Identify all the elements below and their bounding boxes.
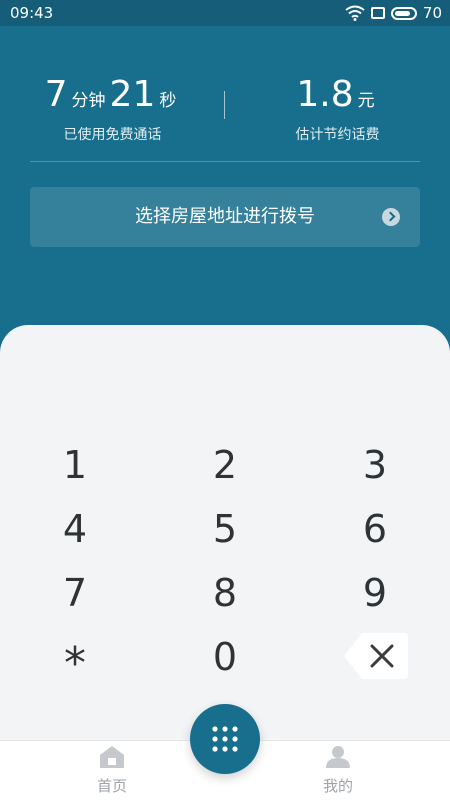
dialpad-grid-icon [212,726,238,752]
nav-mine-label: 我的 [322,777,353,795]
select-address-label: 选择房屋地址进行拨号 [135,206,315,227]
battery-icon [390,6,417,20]
key-0[interactable]: 0 [165,629,285,685]
status-bar: 09:43 70 [0,0,450,26]
minutes-value: 7 [44,74,68,115]
minutes-unit: 分钟 [71,91,106,111]
free-call-stat: 7 分钟 21 秒 已使用免费通话 [0,74,225,144]
nav-home-label: 首页 [96,777,127,795]
person-icon [326,746,350,768]
key-8[interactable]: 8 [165,565,285,621]
header-divider [30,161,420,162]
key-4[interactable]: 4 [15,501,135,557]
battery-level: 70 [422,4,442,22]
key-6[interactable]: 6 [315,501,435,557]
call-stats-header: 7 分钟 21 秒 已使用免费通话 1.8 元 估计节约话费 选择房屋地址进行拨号 [0,26,450,356]
savings-stat: 1.8 元 估计节约话费 [225,74,450,144]
nav-home[interactable]: 首页 [72,745,152,796]
nav-mine[interactable]: 我的 [298,745,378,796]
status-time: 09:43 [10,4,54,22]
stats-row: 7 分钟 21 秒 已使用免费通话 1.8 元 估计节约话费 [0,74,450,154]
backspace-icon [344,633,408,679]
key-2[interactable]: 2 [165,437,285,493]
key-1[interactable]: 1 [15,437,135,493]
screen-icon [370,7,385,19]
seconds-unit: 秒 [159,91,177,111]
seconds-value: 21 [109,74,156,115]
chevron-right-circle-icon [382,208,400,226]
savings-unit: 元 [357,91,375,111]
dialpad-toggle-button[interactable] [190,704,260,774]
select-address-button[interactable]: 选择房屋地址进行拨号 [30,187,420,247]
key-7[interactable]: 7 [15,565,135,621]
savings-amount: 1.8 元 [225,74,450,118]
free-call-caption: 已使用免费通话 [63,127,162,143]
key-5[interactable]: 5 [165,501,285,557]
free-call-duration: 7 分钟 21 秒 [0,74,225,118]
key-3[interactable]: 3 [315,437,435,493]
status-icons: 70 [345,4,442,22]
dial-keypad: 1 2 3 4 5 6 7 8 9 * 0 [0,325,450,765]
backspace-button[interactable] [344,633,408,679]
home-icon [100,746,124,768]
stats-divider [224,91,225,119]
key-star[interactable]: * [15,629,135,689]
key-9[interactable]: 9 [315,565,435,621]
savings-value: 1.8 [296,74,354,115]
savings-caption: 估计节约话费 [295,127,380,143]
wifi-icon [345,5,365,21]
